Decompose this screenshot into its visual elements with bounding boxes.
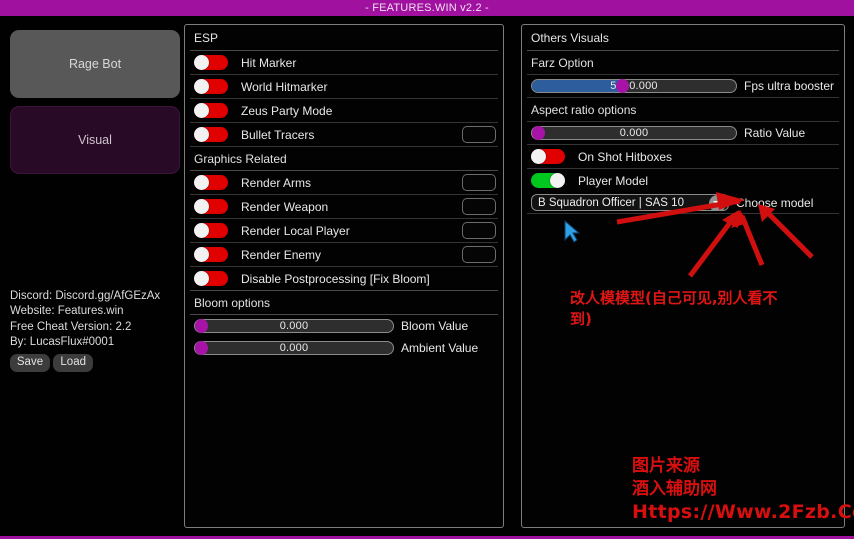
sidebar-tab-rage-bot-label: Rage Bot [68, 57, 122, 71]
info-website: Website: Features.win [10, 305, 124, 318]
sidebar: Rage Bot Visual Discord: Discord.gg/AfGE… [6, 24, 184, 528]
slider-handle[interactable] [195, 341, 208, 355]
info-version: Free Cheat Version: 2.2 [10, 320, 132, 333]
toggle-hit-marker[interactable] [194, 55, 228, 70]
sidebar-tab-visual-label: Visual [78, 133, 112, 147]
label-render-local-player: Render Local Player [241, 223, 350, 238]
toggle-knob [194, 175, 209, 190]
label-zeus-party-mode: Zeus Party Mode [241, 103, 333, 118]
load-button[interactable]: Load [53, 354, 94, 373]
keybind-box-render-weapon[interactable] [462, 198, 496, 215]
toggle-knob [194, 223, 209, 238]
slider-bloom-value-text: 0.000 [279, 320, 309, 332]
info-author: By: LucasFlux#0001 [10, 335, 115, 348]
slider-bloom-value-caption: Bloom Value [401, 319, 469, 333]
row-render-arms[interactable]: Render Arms [185, 171, 503, 194]
label-bullet-tracers: Bullet Tracers [241, 127, 315, 142]
row-world-hitmarker[interactable]: World Hitmarker [185, 75, 503, 98]
slider-fill [532, 80, 622, 92]
farz-section-label: Farz Option [531, 56, 594, 70]
label-on-shot-hitboxes: On Shot Hitboxes [578, 149, 673, 164]
toggle-knob [194, 247, 209, 262]
save-button[interactable]: Save [10, 354, 50, 373]
toggle-render-arms[interactable] [194, 175, 228, 190]
sidebar-tab-rage-bot[interactable]: Rage Bot [10, 30, 180, 98]
toggle-knob [531, 149, 546, 164]
sidebar-info-block: Discord: Discord.gg/AfGEzAx Website: Fea… [10, 289, 161, 373]
slider-fps-ultra-booster[interactable]: 5000.000 [531, 79, 737, 93]
toggle-disable-postprocessing[interactable] [194, 271, 228, 286]
row-hit-marker[interactable]: Hit Marker [185, 51, 503, 74]
dropdown-row-choose-model: B Squadron Officer | SAS 10 Choose model [522, 192, 844, 213]
toggle-knob [194, 127, 209, 142]
esp-bloom-section-label: Bloom options [194, 296, 271, 310]
row-on-shot-hitboxes[interactable]: On Shot Hitboxes [522, 145, 844, 168]
keybind-box-render-enemy[interactable] [462, 246, 496, 263]
toggle-world-hitmarker[interactable] [194, 79, 228, 94]
esp-graphics-section-label: Graphics Related [194, 152, 287, 166]
slider-row-farz: 5000.000 Fps ultra booster [522, 75, 844, 97]
label-render-enemy: Render Enemy [241, 247, 322, 262]
label-render-weapon: Render Weapon [241, 199, 329, 214]
slider-row-ambient-value: 0.000 Ambient Value [185, 337, 503, 359]
cheat-menu-window: - FEATURES.WIN v2.2 - Rage Bot Visual Di… [0, 0, 854, 539]
keybind-box-render-arms[interactable] [462, 174, 496, 191]
keybind-box-bullet-tracers[interactable] [462, 126, 496, 143]
toggle-render-enemy[interactable] [194, 247, 228, 262]
slider-handle[interactable] [532, 126, 545, 140]
chevron-down-icon[interactable] [709, 195, 726, 210]
others-panel-title: Others Visuals [531, 31, 609, 45]
toggle-knob [550, 173, 565, 188]
toggle-knob [194, 199, 209, 214]
toggle-knob [194, 79, 209, 94]
row-render-local-player[interactable]: Render Local Player [185, 219, 503, 242]
row-disable-postprocessing[interactable]: Disable Postprocessing [Fix Bloom] [185, 267, 503, 290]
dropdown-choose-model-caption: Choose model [736, 195, 814, 210]
row-bullet-tracers[interactable]: Bullet Tracers [185, 123, 503, 146]
slider-handle[interactable] [195, 319, 208, 333]
esp-panel-title: ESP [194, 31, 219, 45]
toggle-bullet-tracers[interactable] [194, 127, 228, 142]
toggle-knob [194, 55, 209, 70]
row-render-weapon[interactable]: Render Weapon [185, 195, 503, 218]
window-title-bar: - FEATURES.WIN v2.2 - [0, 0, 854, 16]
slider-ratio-value-text: 0.000 [619, 127, 649, 139]
slider-ratio-value[interactable]: 0.000 [531, 126, 737, 140]
info-discord: Discord: Discord.gg/AfGEzAx [10, 290, 161, 302]
slider-handle[interactable] [615, 79, 629, 93]
label-world-hitmarker: World Hitmarker [241, 79, 328, 94]
toggle-zeus-party-mode[interactable] [194, 103, 228, 118]
toggle-player-model[interactable] [531, 173, 565, 188]
slider-ratio-caption: Ratio Value [744, 126, 806, 140]
window-title: - FEATURES.WIN v2.2 - [365, 2, 489, 14]
slider-farz-caption: Fps ultra booster [744, 79, 835, 93]
toggle-knob [194, 271, 209, 286]
dropdown-choose-model[interactable]: B Squadron Officer | SAS 10 [531, 194, 729, 211]
slider-ambient-value[interactable]: 0.000 [194, 341, 394, 355]
slider-ambient-value-caption: Ambient Value [401, 341, 479, 355]
label-render-arms: Render Arms [241, 175, 312, 190]
others-visuals-panel: Others Visuals Farz Option 5000.000 Fps … [521, 24, 845, 528]
label-player-model: Player Model [578, 173, 649, 188]
toggle-on-shot-hitboxes[interactable] [531, 149, 565, 164]
label-disable-postprocessing: Disable Postprocessing [Fix Bloom] [241, 271, 430, 286]
slider-row-bloom-value: 0.000 Bloom Value [185, 315, 503, 337]
toggle-render-weapon[interactable] [194, 199, 228, 214]
toggle-knob [194, 103, 209, 118]
row-zeus-party-mode[interactable]: Zeus Party Mode [185, 99, 503, 122]
keybind-box-render-local-player[interactable] [462, 222, 496, 239]
window-body: Rage Bot Visual Discord: Discord.gg/AfGE… [0, 16, 854, 536]
slider-ambient-value-text: 0.000 [279, 342, 309, 354]
slider-row-ratio: 0.000 Ratio Value [522, 122, 844, 144]
aspect-ratio-section-label: Aspect ratio options [531, 103, 637, 117]
esp-panel: ESP Hit Marker World Hitmarker Zeus Part… [184, 24, 504, 528]
row-render-enemy[interactable]: Render Enemy [185, 243, 503, 266]
row-player-model[interactable]: Player Model [522, 169, 844, 192]
slider-bloom-value[interactable]: 0.000 [194, 319, 394, 333]
toggle-render-local-player[interactable] [194, 223, 228, 238]
sidebar-tab-visual[interactable]: Visual [10, 106, 180, 174]
divider [527, 213, 839, 214]
label-hit-marker: Hit Marker [241, 55, 297, 70]
dropdown-choose-model-value: B Squadron Officer | SAS 10 [538, 196, 684, 209]
